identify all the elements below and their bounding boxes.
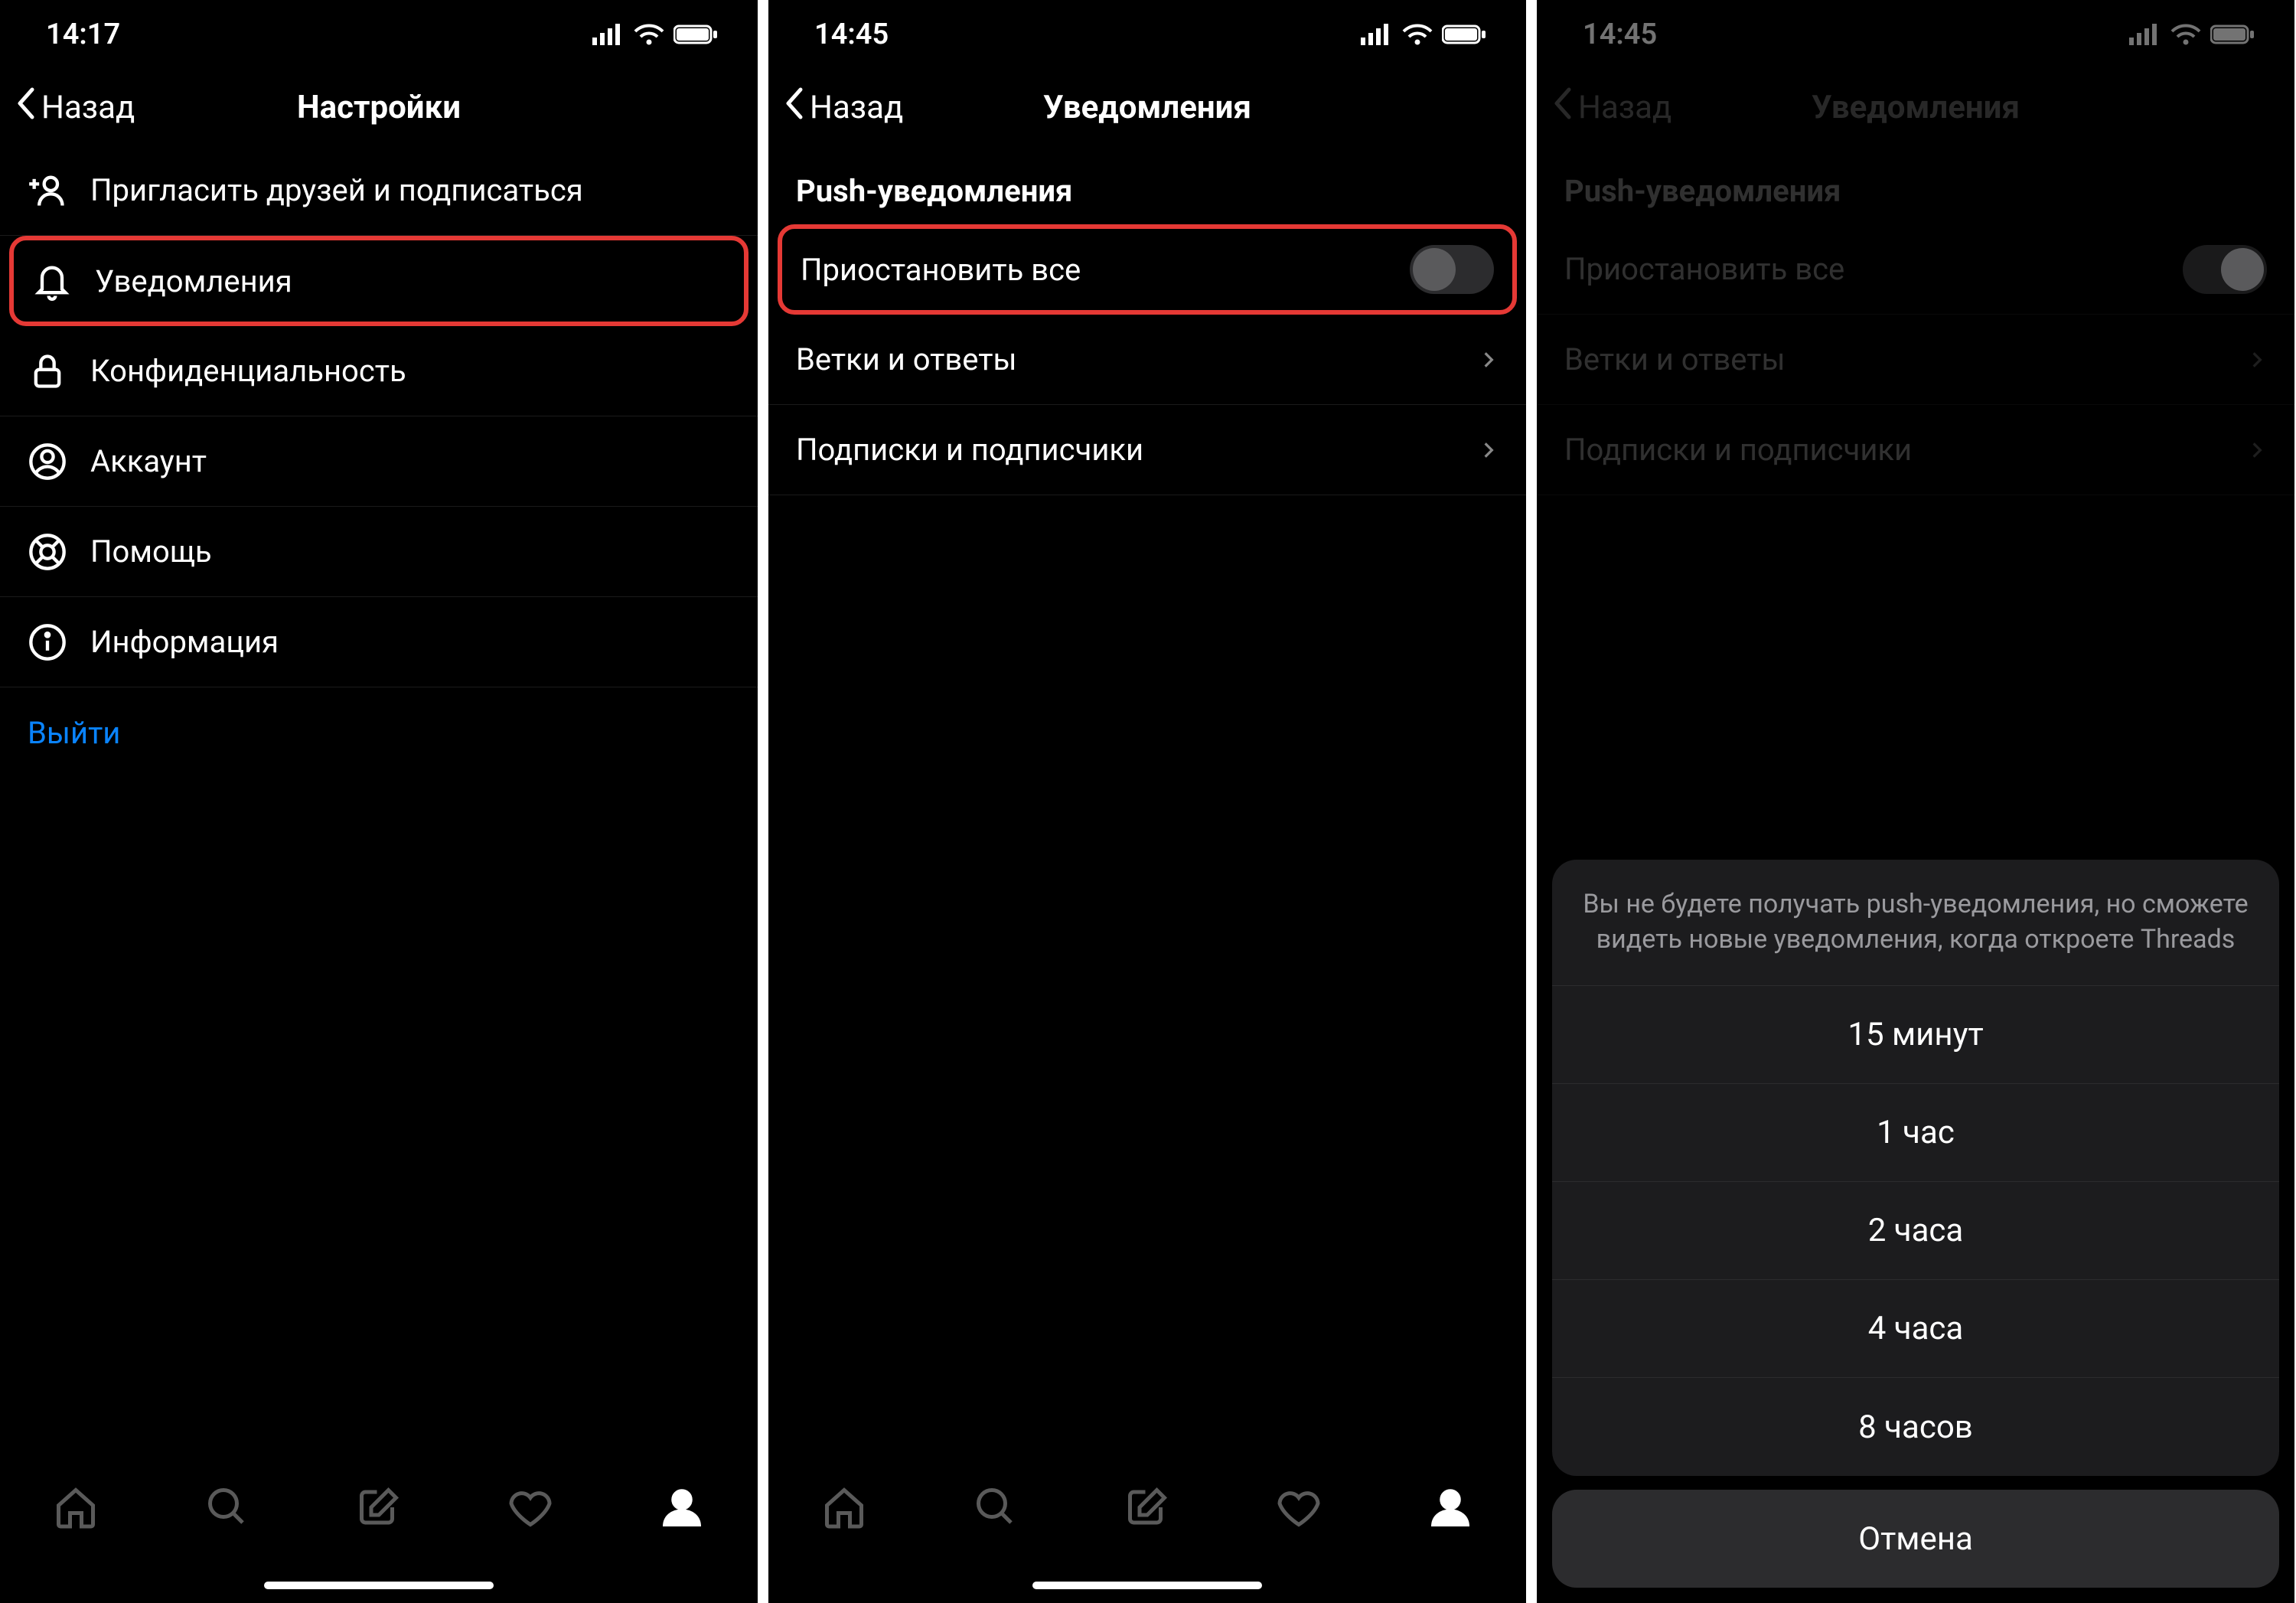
back-label: Назад: [41, 89, 135, 126]
notifications-list: Приостановить все Ветки и ответы Подписк…: [768, 224, 1526, 495]
person-icon: [659, 1484, 705, 1533]
search-icon: [973, 1484, 1019, 1533]
settings-row-info[interactable]: Информация: [0, 597, 758, 687]
nav-header: Назад Настройки: [0, 69, 758, 145]
logout-label: Выйти: [28, 715, 730, 751]
screen-notifications: 14:45 Назад Уведомления Push-уведомления…: [768, 0, 1526, 1603]
home-indicator: [1032, 1582, 1262, 1589]
status-bar: 14:45: [768, 0, 1526, 69]
tab-compose[interactable]: [352, 1482, 406, 1536]
lock-icon: [28, 351, 67, 391]
section-header: Push-уведомления: [768, 145, 1526, 224]
settings-row-invite[interactable]: Пригласить друзей и подписаться: [0, 145, 758, 236]
logout-button[interactable]: Выйти: [0, 687, 758, 778]
info-icon: [28, 622, 67, 662]
home-icon: [821, 1484, 867, 1533]
bell-icon: [32, 261, 72, 301]
heart-icon: [1276, 1484, 1322, 1533]
settings-row-notifications[interactable]: Уведомления: [9, 236, 748, 326]
status-time: 14:45: [814, 18, 889, 51]
battery-icon: [1442, 24, 1488, 45]
back-label: Назад: [810, 89, 903, 126]
tab-home[interactable]: [817, 1482, 871, 1536]
row-label: Ветки и ответы: [796, 341, 1456, 377]
search-icon: [204, 1484, 250, 1533]
tab-bar: [0, 1465, 758, 1603]
home-icon: [53, 1484, 99, 1533]
compose-icon: [356, 1484, 402, 1533]
sheet-option-1hr[interactable]: 1 час: [1552, 1084, 2279, 1182]
row-label: Подписки и подписчики: [796, 432, 1456, 468]
sheet-cancel-button[interactable]: Отмена: [1552, 1490, 2279, 1588]
settings-list: Пригласить друзей и подписаться Уведомле…: [0, 145, 758, 778]
status-icons: [1361, 24, 1488, 45]
row-label: Конфиденциальность: [90, 353, 730, 389]
row-label: Приостановить все: [801, 252, 1387, 288]
sheet-options-block: Вы не будете получать push-уведомления, …: [1552, 860, 2279, 1476]
page-title: Настройки: [297, 89, 461, 126]
life-ring-icon: [28, 532, 67, 572]
row-pause-all[interactable]: Приостановить все: [778, 224, 1517, 315]
person-circle-icon: [28, 442, 67, 482]
invite-icon: [28, 171, 67, 211]
nav-header: Назад Уведомления: [768, 69, 1526, 145]
tab-activity[interactable]: [504, 1482, 557, 1536]
row-label: Пригласить друзей и подписаться: [90, 172, 730, 208]
status-time: 14:17: [46, 18, 120, 51]
pause-toggle[interactable]: [1410, 245, 1494, 294]
back-button[interactable]: Назад: [15, 87, 135, 129]
tab-profile[interactable]: [655, 1482, 709, 1536]
heart-icon: [507, 1484, 553, 1533]
settings-row-account[interactable]: Аккаунт: [0, 416, 758, 507]
back-button[interactable]: Назад: [784, 87, 903, 129]
wifi-icon: [634, 24, 664, 45]
settings-row-privacy[interactable]: Конфиденциальность: [0, 326, 758, 416]
tab-search[interactable]: [969, 1482, 1022, 1536]
compose-icon: [1124, 1484, 1170, 1533]
action-sheet: Вы не будете получать push-уведомления, …: [1552, 860, 2279, 1588]
page-title: Уведомления: [1043, 89, 1251, 126]
chevron-right-icon: [1479, 440, 1499, 460]
battery-icon: [673, 24, 719, 45]
row-label: Уведомления: [95, 263, 726, 299]
sheet-option-2hr[interactable]: 2 часа: [1552, 1182, 2279, 1280]
chevron-right-icon: [1479, 350, 1499, 370]
chevron-left-icon: [15, 87, 37, 129]
cellular-icon: [592, 24, 625, 45]
home-indicator: [264, 1582, 494, 1589]
tab-activity[interactable]: [1272, 1482, 1326, 1536]
row-threads-replies[interactable]: Ветки и ответы: [768, 315, 1526, 405]
row-follows[interactable]: Подписки и подписчики: [768, 405, 1526, 495]
screen-pause-sheet: 14:45 Назад Уведомления Push-уведомления…: [1537, 0, 2294, 1603]
tab-compose[interactable]: [1120, 1482, 1174, 1536]
row-label: Информация: [90, 624, 730, 660]
status-icons: [592, 24, 719, 45]
wifi-icon: [1402, 24, 1433, 45]
sheet-option-8hr[interactable]: 8 часов: [1552, 1378, 2279, 1476]
row-label: Аккаунт: [90, 443, 730, 479]
tab-profile[interactable]: [1424, 1482, 1477, 1536]
chevron-left-icon: [784, 87, 805, 129]
tab-search[interactable]: [201, 1482, 254, 1536]
sheet-option-15min[interactable]: 15 минут: [1552, 986, 2279, 1084]
cellular-icon: [1361, 24, 1393, 45]
tab-home[interactable]: [49, 1482, 103, 1536]
settings-row-help[interactable]: Помощь: [0, 507, 758, 597]
sheet-option-4hr[interactable]: 4 часа: [1552, 1280, 2279, 1378]
person-icon: [1427, 1484, 1473, 1533]
toggle-knob: [1413, 248, 1456, 291]
tab-bar: [768, 1465, 1526, 1603]
row-label: Помощь: [90, 534, 730, 570]
sheet-description: Вы не будете получать push-уведомления, …: [1552, 860, 2279, 986]
status-bar: 14:17: [0, 0, 758, 69]
screen-settings: 14:17 Назад Настройки Пригласи: [0, 0, 758, 1603]
